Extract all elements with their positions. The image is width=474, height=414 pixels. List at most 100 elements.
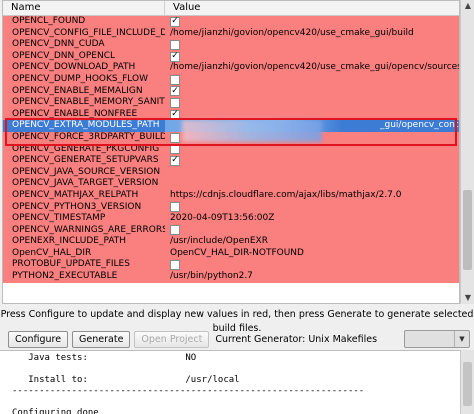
configure-button[interactable]: Configure: [8, 330, 69, 348]
value-text: /usr/include/OpenEXR: [170, 236, 268, 247]
variable-value[interactable]: /home/jianzhi/govion/opencv420/use_cmake…: [165, 62, 459, 74]
variable-name: PYTHON2_EXECUTABLE: [12, 271, 118, 282]
value-checkbox[interactable]: [170, 260, 180, 271]
column-header-value[interactable]: Value: [165, 1, 459, 15]
variable-name: OPENCV_DNN_OPENCL: [12, 50, 115, 61]
variable-value[interactable]: /usr/include/OpenEXR: [165, 236, 459, 248]
table-vertical-scrollbar[interactable]: ▲ ▼: [460, 0, 474, 304]
table-row[interactable]: OPENCV_DUMP_HOOKS_FLOW: [3, 73, 459, 86]
current-generator-label: Current Generator: Unix Makefiles: [215, 333, 378, 345]
value-text: /home/jianzhi/govion/opencv420/use_cmake…: [170, 62, 459, 73]
variable-name: OPENCV_EXTRA_MODULES_PATH: [12, 120, 160, 131]
table-row[interactable]: OPENCV_DOWNLOAD_PATH/home/jianzhi/govion…: [3, 62, 459, 74]
variable-value[interactable]: [165, 132, 459, 144]
value-text: _gui/opencv_contrib-4.2.: [380, 120, 459, 131]
value-checkbox[interactable]: ✓: [170, 86, 180, 97]
variable-value[interactable]: [165, 39, 459, 51]
variable-value[interactable]: ✓: [165, 51, 459, 63]
variable-value[interactable]: /home/jianzhi/govion/opencv420/use_cmake…: [165, 28, 459, 40]
generate-button[interactable]: Generate: [72, 330, 131, 348]
variable-name: OPENCV_PYTHON3_VERSION: [12, 201, 142, 212]
variable-value[interactable]: [165, 74, 459, 86]
variable-value[interactable]: [165, 178, 459, 190]
value-text: /home/jianzhi/govion/opencv420/use_cmake…: [170, 27, 414, 38]
value-checkbox[interactable]: [170, 144, 180, 155]
variable-value[interactable]: ✓: [165, 155, 459, 167]
table-row[interactable]: PYTHON2_EXECUTABLE/usr/bin/python2.7: [3, 271, 459, 283]
table-row[interactable]: OPENCV_CONFIG_FILE_INCLUDE_DIR/home/jian…: [3, 27, 459, 40]
variable-value[interactable]: _gui/opencv_contrib-4.2.: [165, 120, 459, 132]
variable-name: OPENCV_TIMESTAMP: [12, 213, 106, 224]
table-row[interactable]: OPENCV_JAVA_TARGET_VERSION: [3, 178, 459, 190]
cache-variables-table: Name Value OPENCL_FOUND ✓ OPENCV_CONFIG_FI…: [2, 0, 460, 304]
variable-name: OpenCV_HAL_DIR: [12, 247, 92, 258]
value-checkbox[interactable]: ✓: [170, 155, 180, 166]
output-scrollbar[interactable]: [460, 350, 474, 414]
table-row[interactable]: OPENCL_FOUND ✓: [3, 16, 459, 28]
table-row[interactable]: OPENCV_ENABLE_MEMALIGN ✓: [3, 85, 459, 98]
table-row[interactable]: OPENCV_DNN_CUDA: [3, 39, 459, 51]
table-row[interactable]: OPENCV_FORCE_3RDPARTY_BUILD: [3, 131, 459, 144]
variable-value[interactable]: [165, 144, 459, 156]
value-checkbox[interactable]: [170, 39, 180, 50]
table-row[interactable]: OPENCV_MATHJAX_RELPATH https://cdnjs.clou…: [3, 189, 459, 202]
value-checkbox[interactable]: [170, 225, 180, 236]
scrollbar-thumb[interactable]: [463, 190, 472, 270]
value-checkbox[interactable]: ✓: [170, 109, 180, 120]
variable-value[interactable]: [165, 167, 459, 179]
variable-value[interactable]: [165, 97, 459, 109]
variable-value[interactable]: [165, 202, 459, 214]
table-row[interactable]: OPENEXR_INCLUDE_PATH/usr/include/OpenEXR: [3, 236, 459, 248]
variable-name: OPENCV_WARNINGS_ARE_ERRORS: [12, 224, 165, 235]
table-row[interactable]: OPENCV_TIMESTAMP 2020-04-09T13:56:00Z: [3, 213, 459, 225]
output-line: Install to: /usr/local: [12, 375, 240, 385]
value-checkbox[interactable]: [170, 202, 180, 213]
output-line: Java tests: NO: [12, 353, 197, 363]
variable-value[interactable]: /usr/bin/python2.7: [165, 271, 459, 283]
table-row[interactable]: OPENCV_ENABLE_MEMORY_SANITI···: [3, 97, 459, 109]
generator-dropdown[interactable]: ▼: [404, 330, 470, 348]
action-toolbar: Configure Generate Open Project Current …: [8, 330, 377, 348]
scroll-up-arrow-icon[interactable]: ▲: [463, 1, 473, 11]
value-checkbox[interactable]: ✓: [170, 51, 180, 62]
value-checkbox[interactable]: [170, 132, 180, 143]
variable-value[interactable]: [165, 259, 459, 271]
table-header: Name Value: [3, 1, 459, 16]
column-header-name[interactable]: Name: [3, 1, 165, 15]
value-checkbox[interactable]: [170, 97, 180, 108]
value-checkbox[interactable]: ✓: [170, 16, 180, 27]
table-row[interactable]: PROTOBUF_UPDATE_FILES: [3, 259, 459, 272]
output-scrollbar-thumb[interactable]: [463, 362, 472, 406]
variable-value[interactable]: ✓: [165, 16, 459, 28]
variable-name: PROTOBUF_UPDATE_FILES: [12, 259, 130, 270]
variable-name: OPENCV_JAVA_TARGET_VERSION: [12, 178, 159, 189]
value-checkbox[interactable]: [170, 74, 180, 85]
table-row[interactable]: OPENCV_WARNINGS_ARE_ERRORS: [3, 224, 459, 237]
variable-name: OPENCV_GENERATE_SETUPVARS: [12, 155, 159, 166]
open-project-button: Open Project: [134, 330, 210, 348]
table-row[interactable]: OPENCV_GENERATE_SETUPVARS ✓: [3, 155, 459, 167]
variable-value[interactable]: 2020-04-09T13:56:00Z: [165, 213, 459, 225]
variable-value[interactable]: https://cdnjs.cloudflare.com/ajax/libs/m…: [165, 190, 459, 202]
table-row[interactable]: OPENCV_PYTHON3_VERSION: [3, 201, 459, 214]
variable-value[interactable]: [165, 225, 459, 237]
table-row[interactable]: OPENCV_ENABLE_NONFREE ✓: [3, 108, 459, 121]
chevron-down-icon[interactable]: ▼: [454, 331, 469, 347]
variable-name: OPENCV_GENERATE_PKGCONFIG: [12, 143, 160, 154]
variable-name: OPENCV_DOWNLOAD_PATH: [12, 62, 136, 73]
variable-value[interactable]: ✓: [165, 86, 459, 98]
table-row[interactable]: OPENCV_DNN_OPENCL ✓: [3, 50, 459, 63]
variable-name: OPENCV_MATHJAX_RELPATH: [12, 189, 139, 200]
value-text: https://cdnjs.cloudflare.com/ajax/libs/m…: [170, 189, 402, 200]
table-row[interactable]: OPENCV_GENERATE_PKGCONFIG: [3, 143, 459, 156]
table-row[interactable]: OpenCV_HAL_DIR OpenCV_HAL_DIR-NOTFOUND: [3, 247, 459, 260]
variable-name: OPENCV_DNN_CUDA: [12, 39, 105, 50]
table-row[interactable]: OPENCV_JAVA_SOURCE_VERSION: [3, 166, 459, 179]
variable-value[interactable]: OpenCV_HAL_DIR-NOTFOUND: [165, 248, 459, 260]
variable-value[interactable]: ✓: [165, 109, 459, 121]
scroll-down-arrow-icon[interactable]: ▼: [463, 293, 473, 303]
variable-name: OPENCV_DUMP_HOOKS_FLOW: [12, 73, 148, 84]
variable-name: OPENCV_ENABLE_MEMORY_SANITI···: [12, 97, 165, 108]
table-row[interactable]: OPENCV_EXTRA_MODULES_PATH _gui/opencv_con…: [3, 120, 459, 132]
